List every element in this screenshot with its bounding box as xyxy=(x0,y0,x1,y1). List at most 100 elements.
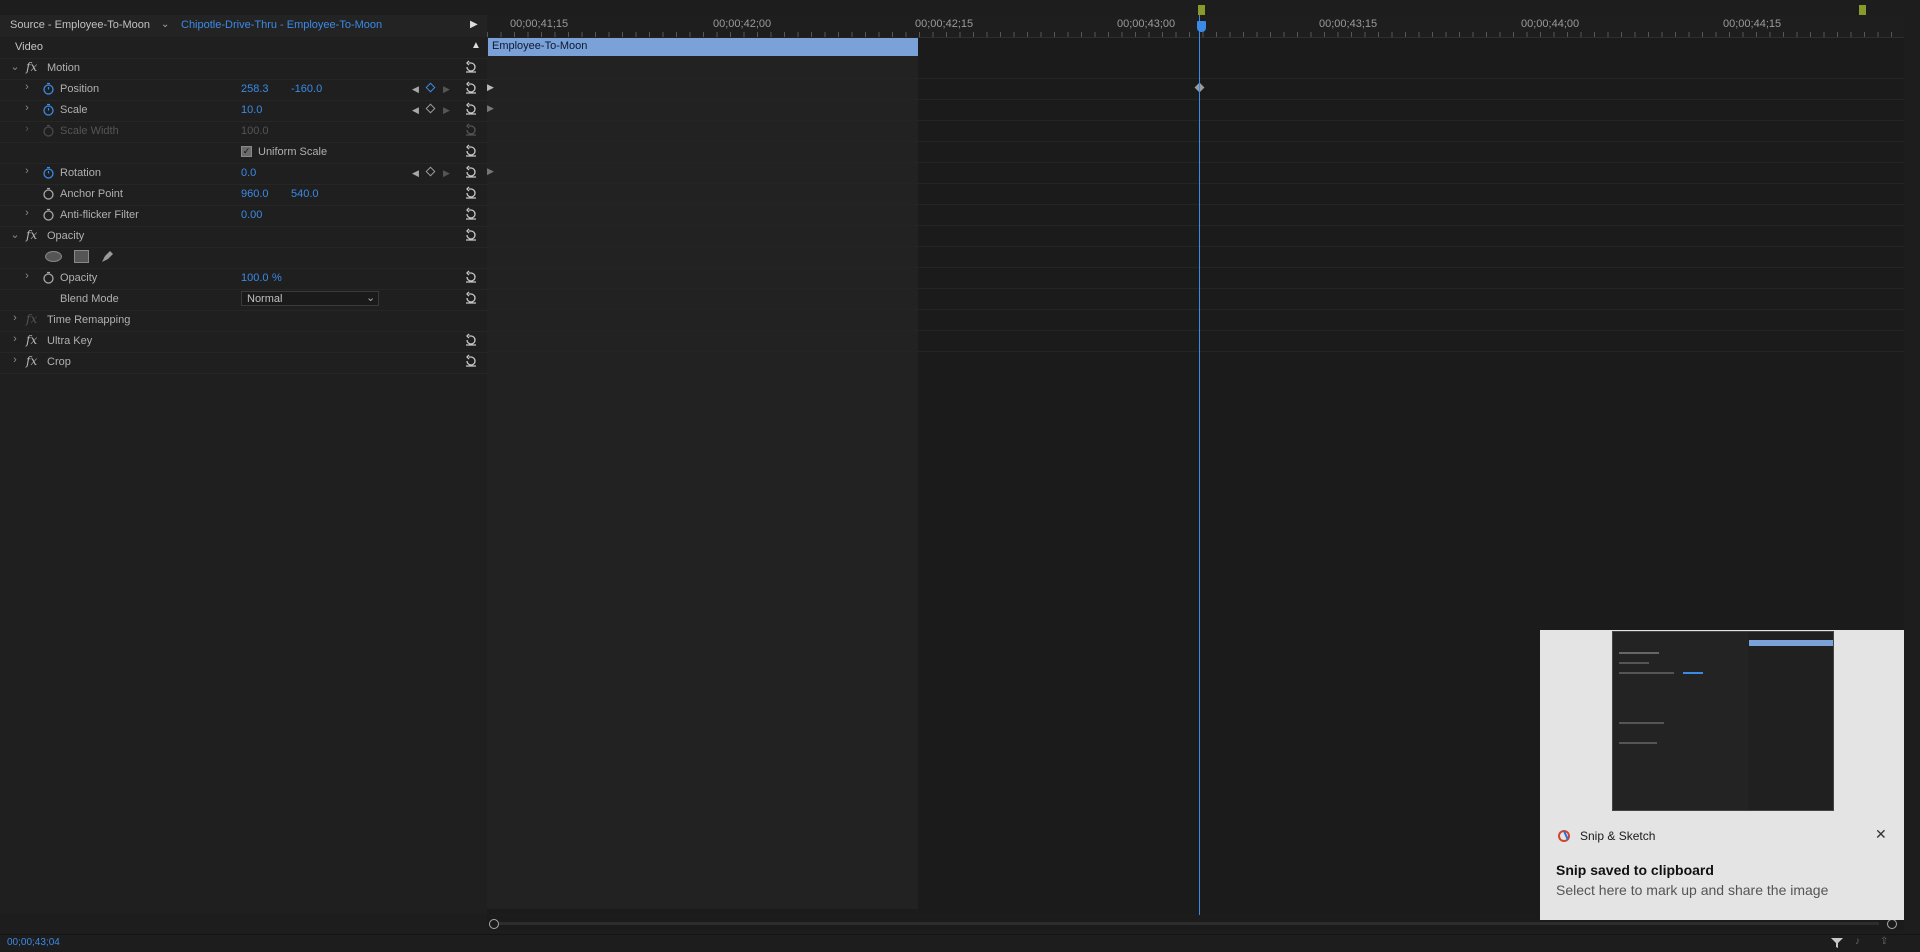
reset-icon[interactable] xyxy=(464,144,478,158)
reset-icon[interactable] xyxy=(464,60,478,74)
fx-icon[interactable]: fx xyxy=(26,354,37,368)
stopwatch-icon[interactable] xyxy=(42,208,55,221)
opacity-effect-row[interactable]: ⌄ fx Opacity xyxy=(0,226,487,248)
reset-icon[interactable] xyxy=(464,354,478,368)
chevron-down-icon[interactable]: ⌄ xyxy=(9,228,21,242)
keyframe-arrow-icon: ▶ xyxy=(487,166,494,176)
stopwatch-icon[interactable] xyxy=(42,271,55,284)
source-tab[interactable]: Source - Employee-To-Moon xyxy=(10,19,150,31)
scroll-handle-left[interactable] xyxy=(489,919,499,929)
reset-icon[interactable] xyxy=(464,165,478,179)
snip-thumbnail[interactable] xyxy=(1612,631,1834,811)
scale-value[interactable]: 10.0 xyxy=(241,104,262,116)
rotation-value[interactable]: 0.0 xyxy=(241,167,256,179)
chevron-right-icon[interactable]: › xyxy=(21,270,33,284)
stopwatch-icon[interactable] xyxy=(42,82,55,95)
clip-name: Employee-To-Moon xyxy=(492,40,588,52)
prev-keyframe-icon[interactable]: ◀ xyxy=(412,168,419,179)
playhead-handle[interactable] xyxy=(1197,21,1206,32)
add-keyframe-icon[interactable] xyxy=(425,166,436,177)
track-row xyxy=(487,246,1904,268)
position-y-value[interactable]: -160.0 xyxy=(291,83,322,95)
time-remapping-label: Time Remapping xyxy=(47,314,131,326)
next-keyframe-icon[interactable]: ▶ xyxy=(443,105,450,116)
next-keyframe-icon[interactable]: ▶ xyxy=(443,168,450,179)
fx-icon[interactable]: fx xyxy=(26,333,37,347)
track-row xyxy=(487,99,1904,121)
anchor-x-value[interactable]: 960.0 xyxy=(241,188,269,200)
motion-effect-row[interactable]: ⌄ fx Motion xyxy=(0,58,487,80)
timecode-label: 00;00;42;15 xyxy=(915,18,974,30)
time-ruler[interactable]: 00;00;41;15 00;00;42;00 00;00;42;15 00;0… xyxy=(487,5,1904,38)
blend-mode-value: Normal xyxy=(247,293,283,305)
opacity-label: Opacity xyxy=(60,272,98,284)
reset-icon[interactable] xyxy=(464,333,478,347)
reset-icon[interactable] xyxy=(464,270,478,284)
add-keyframe-icon[interactable] xyxy=(425,103,436,114)
reset-icon[interactable] xyxy=(464,102,478,116)
stopwatch-icon[interactable] xyxy=(42,187,55,200)
collapse-icon[interactable]: ▲ xyxy=(471,40,481,51)
rectangle-mask-icon[interactable] xyxy=(74,250,89,263)
filter-icon[interactable] xyxy=(1830,937,1844,949)
time-remapping-row[interactable]: › fx Time Remapping xyxy=(0,310,487,332)
fx-icon[interactable]: fx xyxy=(26,60,37,74)
anti-flicker-value[interactable]: 0.00 xyxy=(241,209,262,221)
marker-icon[interactable] xyxy=(1859,5,1866,15)
chevron-right-icon[interactable]: › xyxy=(21,165,33,179)
ultra-key-row[interactable]: › fx Ultra Key xyxy=(0,331,487,353)
reset-icon[interactable] xyxy=(464,291,478,305)
thumbnail-line xyxy=(1683,672,1703,674)
chevron-down-icon[interactable]: ⌄ xyxy=(161,19,169,30)
timecode-label: 00;00;44;15 xyxy=(1723,18,1782,30)
fx-icon[interactable]: fx xyxy=(26,228,37,242)
uniform-scale-row: ✓ Uniform Scale xyxy=(0,142,487,164)
chevron-right-icon[interactable]: › xyxy=(21,102,33,116)
chevron-right-icon[interactable]: › xyxy=(21,207,33,221)
pen-mask-icon[interactable] xyxy=(100,249,115,264)
chevron-right-icon[interactable]: › xyxy=(9,354,21,368)
add-keyframe-icon[interactable] xyxy=(425,82,436,93)
anchor-y-value[interactable]: 540.0 xyxy=(291,188,319,200)
ellipse-mask-icon[interactable] xyxy=(45,251,62,262)
chevron-down-icon[interactable]: ⌄ xyxy=(9,60,21,74)
chevron-right-icon[interactable]: › xyxy=(9,333,21,347)
close-icon[interactable]: ✕ xyxy=(1875,826,1887,843)
reset-icon[interactable] xyxy=(464,81,478,95)
prev-keyframe-icon[interactable]: ◀ xyxy=(412,84,419,95)
crop-row[interactable]: › fx Crop xyxy=(0,352,487,374)
playhead-line[interactable] xyxy=(1199,15,1200,915)
opacity-effect-label: Opacity xyxy=(47,230,85,242)
blend-mode-select[interactable]: Normal ⌄ xyxy=(241,291,379,306)
opacity-unit: % xyxy=(272,272,282,284)
position-x-value[interactable]: 258.3 xyxy=(241,83,269,95)
scale-width-label: Scale Width xyxy=(60,125,119,137)
toast-title: Snip saved to clipboard xyxy=(1556,862,1714,878)
scale-label: Scale xyxy=(60,104,88,116)
thumbnail-line xyxy=(1619,722,1664,724)
current-timecode[interactable]: 00;00;43;04 xyxy=(7,937,60,948)
scroll-handle-right[interactable] xyxy=(1887,919,1897,929)
stopwatch-icon[interactable] xyxy=(42,166,55,179)
export-icon[interactable]: ⇪ xyxy=(1880,936,1888,947)
uniform-scale-checkbox[interactable]: ✓ xyxy=(241,146,252,157)
chevron-right-icon[interactable]: › xyxy=(21,81,33,95)
play-toggle-icon[interactable]: ▶ xyxy=(470,19,478,30)
marker-icon[interactable] xyxy=(1198,5,1205,15)
track-row xyxy=(487,330,1904,352)
scroll-track[interactable] xyxy=(499,922,1879,925)
snip-notification[interactable]: Snip & Sketch ✕ Snip saved to clipboard … xyxy=(1540,630,1904,920)
reset-icon[interactable] xyxy=(464,186,478,200)
ultra-key-label: Ultra Key xyxy=(47,335,93,347)
sequence-tab[interactable]: Chipotle-Drive-Thru - Employee-To-Moon xyxy=(181,19,382,31)
prev-keyframe-icon[interactable]: ◀ xyxy=(412,105,419,116)
scale-width-value: 100.0 xyxy=(241,125,269,137)
reset-icon[interactable] xyxy=(464,228,478,242)
stopwatch-icon[interactable] xyxy=(42,103,55,116)
reset-icon[interactable] xyxy=(464,207,478,221)
next-keyframe-icon[interactable]: ▶ xyxy=(443,84,450,95)
clip-bar[interactable]: Employee-To-Moon xyxy=(488,38,918,56)
chevron-right-icon[interactable]: › xyxy=(9,312,21,326)
opacity-value[interactable]: 100.0 xyxy=(241,272,269,284)
audio-icon[interactable]: ♪ xyxy=(1855,936,1860,947)
